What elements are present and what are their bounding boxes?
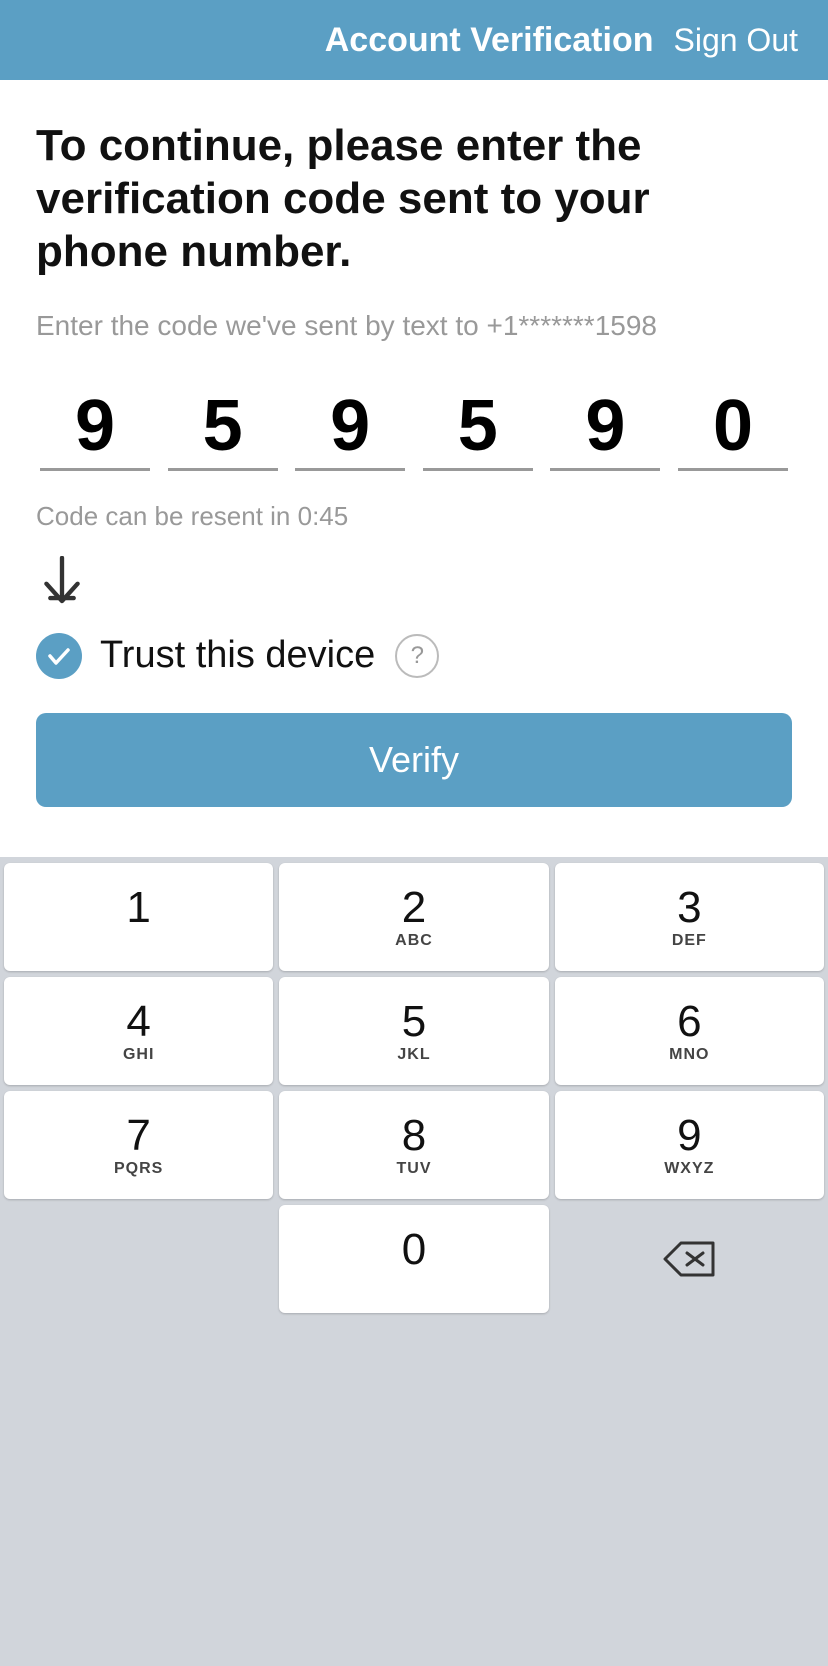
key-8-alpha: TUV (396, 1160, 431, 1180)
key-9-num: 9 (677, 1114, 701, 1158)
trust-device-label: Trust this device (100, 634, 375, 677)
instruction-subtext: Enter the code we've sent by text to +1*… (36, 306, 792, 345)
backspace-icon (663, 1241, 715, 1277)
code-digit: 9 (75, 390, 115, 462)
key-4[interactable]: 4 GHI (4, 977, 273, 1085)
checkmark-icon (45, 642, 73, 670)
verify-button[interactable]: Verify (36, 713, 792, 807)
numeric-keyboard: 1 2 ABC 3 DEF 4 GHI 5 JKL 6 MNO 7 PQRS (0, 857, 828, 1666)
keyboard-row-1: 1 2 ABC 3 DEF (4, 863, 824, 971)
key-9[interactable]: 9 WXYZ (555, 1091, 824, 1199)
key-4-num: 4 (126, 1000, 150, 1044)
help-icon-button[interactable]: ? (395, 634, 439, 678)
key-empty-left (4, 1205, 273, 1313)
key-7[interactable]: 7 PQRS (4, 1091, 273, 1199)
trust-device-checkbox[interactable] (36, 633, 82, 679)
key-9-alpha: WXYZ (664, 1160, 714, 1180)
instruction-heading: To continue, please enter the verificati… (36, 120, 792, 278)
key-5[interactable]: 5 JKL (279, 977, 548, 1085)
code-digit-wrapper: 5 (168, 390, 278, 471)
backspace-button[interactable] (555, 1205, 824, 1313)
question-mark-icon: ? (411, 642, 424, 670)
key-4-alpha: GHI (123, 1046, 154, 1066)
spacer (0, 837, 828, 857)
key-7-alpha: PQRS (114, 1160, 163, 1180)
sign-out-button[interactable]: Sign Out (673, 22, 798, 59)
code-digit: 5 (203, 390, 243, 462)
code-digit-wrapper: 0 (678, 390, 788, 471)
key-6-num: 6 (677, 1000, 701, 1044)
main-content: To continue, please enter the verificati… (0, 80, 828, 837)
key-2-alpha: ABC (395, 932, 433, 952)
arrow-down-icon (36, 556, 88, 608)
code-digit: 0 (713, 390, 753, 462)
key-3-alpha: DEF (672, 932, 707, 952)
key-7-num: 7 (126, 1114, 150, 1158)
trust-device-row: Trust this device ? (36, 633, 792, 679)
key-6[interactable]: 6 MNO (555, 977, 824, 1085)
code-digit-wrapper: 9 (550, 390, 660, 471)
key-8-num: 8 (402, 1114, 426, 1158)
code-digit-underline (40, 468, 150, 471)
code-digit-wrapper: 9 (40, 390, 150, 471)
keyboard-row-3: 7 PQRS 8 TUV 9 WXYZ (4, 1091, 824, 1199)
key-5-num: 5 (402, 1000, 426, 1044)
code-digit-underline (678, 468, 788, 471)
resend-countdown: Code can be resent in 0:45 (36, 501, 792, 532)
code-digit-underline (550, 468, 660, 471)
code-digit-underline (423, 468, 533, 471)
arrow-down-wrapper (36, 556, 792, 613)
code-digit-underline (168, 468, 278, 471)
code-digit-wrapper: 9 (295, 390, 405, 471)
code-digit: 5 (458, 390, 498, 462)
code-digit: 9 (585, 390, 625, 462)
keyboard-row-4: 0 (4, 1205, 824, 1313)
page-title: Account Verification (325, 21, 654, 60)
key-3[interactable]: 3 DEF (555, 863, 824, 971)
header: Account Verification Sign Out (0, 0, 828, 80)
code-digit-wrapper: 5 (423, 390, 533, 471)
code-input-row: 9 5 9 5 9 0 (36, 390, 792, 471)
key-0[interactable]: 0 (279, 1205, 548, 1313)
key-2[interactable]: 2 ABC (279, 863, 548, 971)
key-0-num: 0 (402, 1228, 426, 1272)
code-digit: 9 (330, 390, 370, 462)
key-5-alpha: JKL (397, 1046, 430, 1066)
key-2-num: 2 (402, 886, 426, 930)
key-3-num: 3 (677, 886, 701, 930)
key-6-alpha: MNO (669, 1046, 709, 1066)
key-8[interactable]: 8 TUV (279, 1091, 548, 1199)
keyboard-row-2: 4 GHI 5 JKL 6 MNO (4, 977, 824, 1085)
key-1-num: 1 (126, 886, 150, 930)
key-1[interactable]: 1 (4, 863, 273, 971)
code-digit-underline (295, 468, 405, 471)
